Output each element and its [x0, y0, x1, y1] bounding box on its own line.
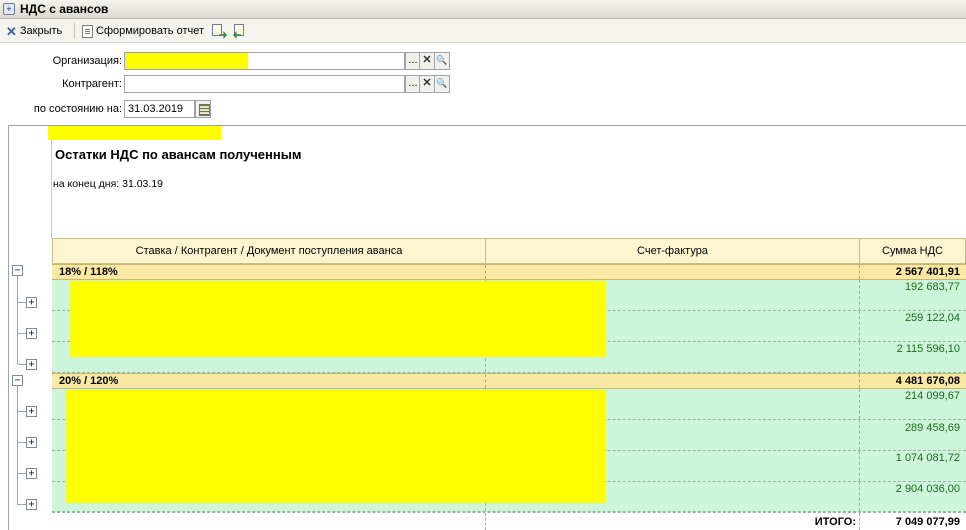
group-total: 2 567 401,91 — [895, 266, 960, 278]
vat-amount: 259 122,04 — [904, 312, 960, 324]
export-icon — [211, 23, 227, 39]
expand-row-toggle[interactable]: + — [26, 297, 37, 308]
export-button[interactable] — [211, 23, 227, 39]
tree-line — [17, 385, 18, 505]
toolbar-separator — [74, 23, 75, 39]
report-gutter — [51, 126, 52, 238]
search-icon: 🔍 — [436, 78, 448, 88]
calendar-icon[interactable] — [195, 100, 211, 118]
redacted-organization — [125, 53, 248, 69]
app-icon: + — [3, 3, 15, 15]
expand-row-toggle[interactable]: + — [26, 468, 37, 479]
close-button[interactable]: ✕ Закрыть — [6, 23, 62, 39]
contractor-label: Контрагент: — [62, 78, 122, 90]
column-header-invoice: Счет-фактура — [485, 238, 860, 264]
collapse-group-toggle[interactable]: − — [12, 265, 23, 276]
import-icon — [233, 23, 249, 39]
contractor-clear-button[interactable]: ✕ — [419, 75, 435, 93]
report-title: Остатки НДС по авансам полученным — [55, 147, 302, 162]
expand-row-toggle[interactable]: + — [26, 437, 37, 448]
clear-icon: ✕ — [422, 54, 432, 66]
group-row: 18% / 118% 2 567 401,91 — [52, 264, 966, 280]
generate-report-button[interactable]: Сформировать отчет — [82, 23, 204, 39]
total-row: ИТОГО: 7 049 077,99 — [52, 512, 966, 530]
collapse-group-toggle[interactable]: − — [12, 375, 23, 386]
contractor-field[interactable] — [124, 75, 405, 93]
tree-line — [17, 276, 18, 364]
contractor-open-button[interactable]: 🔍 — [434, 75, 450, 93]
window-title: НДС с авансов — [20, 2, 109, 16]
vat-amount: 2 115 596,10 — [896, 343, 960, 355]
report-subtitle: на конец дня: 31.03.19 — [53, 178, 163, 190]
close-button-label: Закрыть — [19, 25, 63, 37]
total-label: ИТОГО: — [814, 516, 856, 528]
expand-row-toggle[interactable]: + — [26, 406, 37, 417]
redacted-org-name — [48, 126, 221, 140]
expand-row-toggle[interactable]: + — [26, 359, 37, 370]
redacted-contractors — [70, 281, 606, 357]
column-header-vat-sum: Сумма НДС — [859, 238, 966, 264]
date-field[interactable]: 31.03.2019 — [124, 100, 195, 118]
vat-amount: 2 904 036,00 — [895, 483, 960, 495]
title-bar: + НДС с авансов — [0, 0, 966, 19]
date-value: 31.03.2019 — [128, 103, 184, 115]
search-icon: 🔍 — [436, 55, 448, 65]
organization-open-button[interactable]: 🔍 — [434, 52, 450, 70]
group-row: 20% / 120% 4 481 676,08 — [52, 373, 966, 389]
toolbar: ✕ Закрыть Сформировать отчет — [0, 19, 966, 43]
vat-amount: 214 099,67 — [904, 390, 960, 402]
group-label: 20% / 120% — [52, 374, 486, 388]
group-total: 4 481 676,08 — [895, 375, 960, 387]
vat-amount: 192 683,77 — [904, 281, 960, 293]
total-value: 7 049 077,99 — [895, 516, 960, 528]
close-icon: ✕ — [6, 23, 17, 39]
redacted-contractors — [66, 390, 605, 503]
import-button[interactable] — [233, 23, 249, 39]
clear-icon: ✕ — [422, 77, 432, 89]
organization-label: Организация: — [52, 55, 122, 67]
expand-row-toggle[interactable]: + — [26, 499, 37, 510]
vat-amount: 289 458,69 — [904, 422, 960, 434]
date-label: по состоянию на: — [33, 103, 122, 115]
group-label: 18% / 118% — [52, 265, 486, 279]
organization-clear-button[interactable]: ✕ — [419, 52, 435, 70]
vat-amount: 1 074 081,72 — [895, 452, 960, 464]
expand-row-toggle[interactable]: + — [26, 328, 37, 339]
document-icon — [82, 24, 93, 38]
column-header-contractor: Ставка / Контрагент / Документ поступлен… — [52, 238, 486, 264]
generate-report-label: Сформировать отчет — [96, 25, 205, 37]
